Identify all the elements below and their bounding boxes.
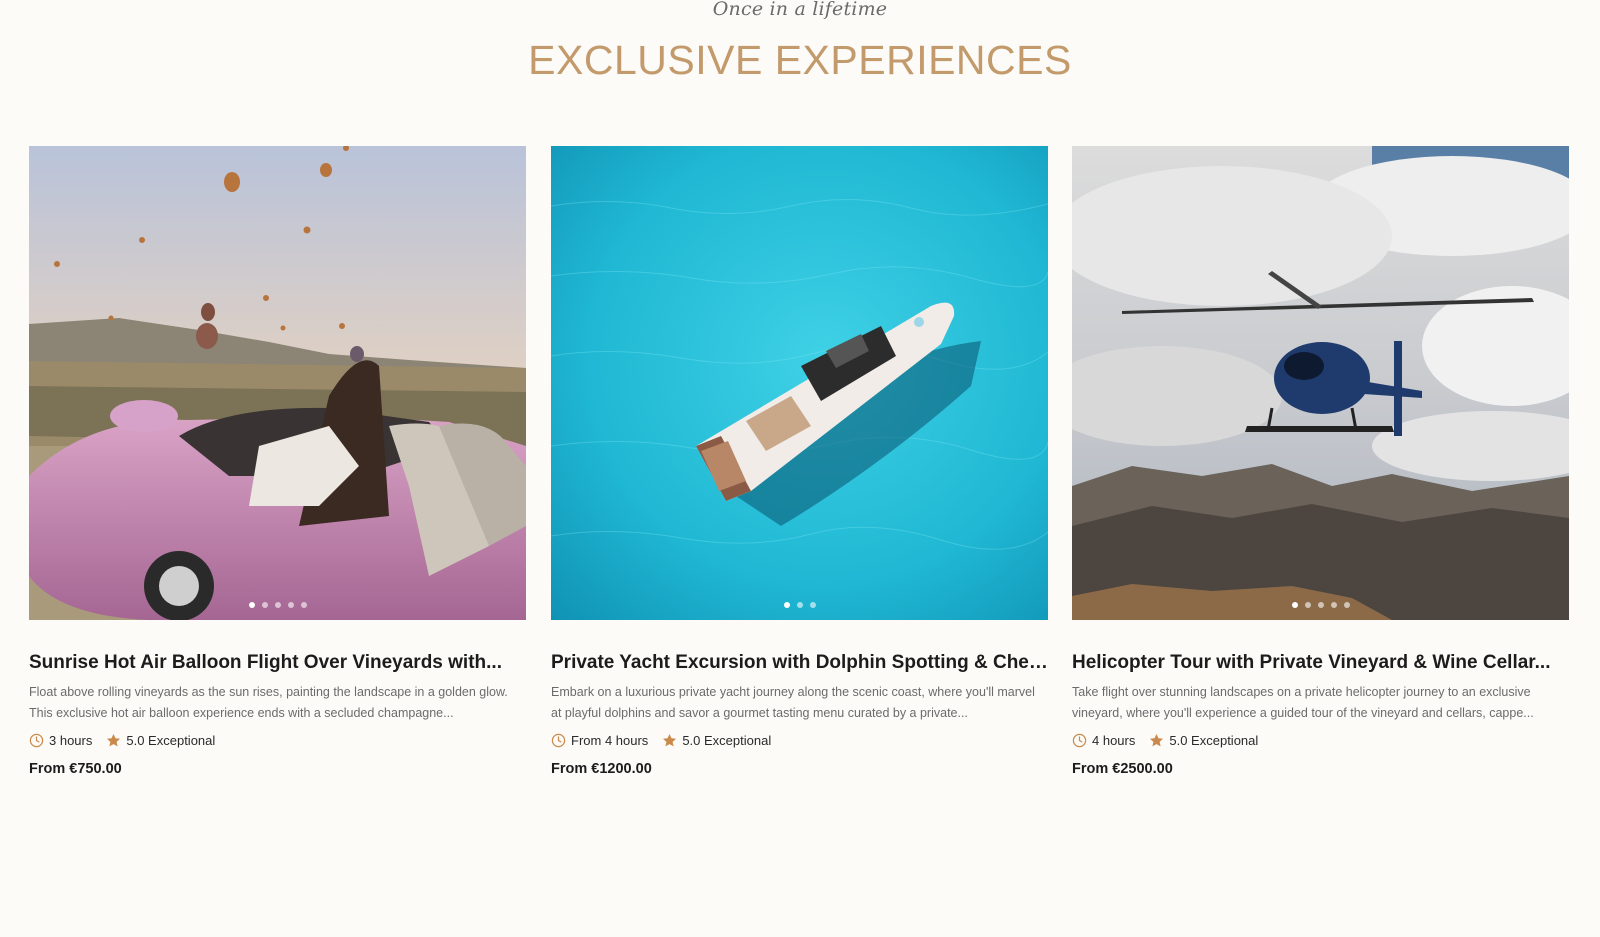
rating-text: 5.0 Exceptional: [682, 733, 772, 748]
duration-text: From 4 hours: [571, 733, 649, 748]
experience-card[interactable]: Private Yacht Excursion with Dolphin Spo…: [551, 146, 1048, 777]
section-eyebrow: Once in a lifetime: [712, 0, 888, 20]
carousel-dot[interactable]: [248, 602, 255, 608]
rating-text: 5.0 Exceptional: [1169, 733, 1259, 748]
carousel-dots: [551, 602, 1048, 608]
experience-price: From €1200.00: [551, 761, 652, 777]
carousel-dot[interactable]: [1317, 602, 1324, 608]
star-icon: [663, 733, 677, 747]
carousel-dot[interactable]: [1330, 602, 1337, 608]
carousel-dot[interactable]: [300, 602, 307, 608]
carousel-dot[interactable]: [1291, 602, 1298, 608]
experience-price: From €750.00: [29, 761, 122, 777]
section-title: EXCLUSIVE EXPERIENCES: [528, 37, 1072, 83]
experience-description: Embark on a luxurious private yacht jour…: [551, 685, 1035, 720]
experience-title[interactable]: Helicopter Tour with Private Vineyard & …: [1072, 651, 1569, 675]
rating: 5.0 Exceptional: [1149, 733, 1258, 748]
carousel-dot[interactable]: [287, 602, 294, 608]
carousel-dot[interactable]: [783, 602, 790, 608]
experience-description: Float above rolling vineyards as the sun…: [29, 685, 508, 720]
star-icon: [1150, 733, 1164, 747]
clock-icon: [1072, 733, 1087, 748]
experience-image-carousel[interactable]: [1072, 146, 1569, 620]
experience-image-carousel[interactable]: [29, 146, 526, 620]
experience-meta: 4 hours 5.0 Exceptional: [1072, 733, 1569, 748]
experiences-section: Once in a lifetime EXCLUSIVE EXPERIENCES: [0, 0, 1600, 937]
duration: 4 hours: [1072, 733, 1135, 748]
duration-text: 3 hours: [49, 733, 93, 748]
duration-text: 4 hours: [1092, 733, 1136, 748]
rating-text: 5.0 Exceptional: [126, 733, 216, 748]
hot-air-balloon-photo: [29, 146, 526, 620]
experience-title[interactable]: Private Yacht Excursion with Dolphin Spo…: [551, 651, 1048, 675]
carousel-dot[interactable]: [809, 602, 816, 608]
yacht-photo: [551, 146, 1048, 620]
carousel-dot[interactable]: [261, 602, 268, 608]
experience-card[interactable]: Helicopter Tour with Private Vineyard & …: [1072, 146, 1569, 777]
experience-title[interactable]: Sunrise Hot Air Balloon Flight Over Vine…: [29, 651, 526, 675]
carousel-dots: [1072, 602, 1569, 608]
duration: 3 hours: [29, 733, 92, 748]
carousel-dots: [29, 602, 526, 608]
experience-description: Take flight over stunning landscapes on …: [1072, 685, 1534, 720]
star-icon: [107, 733, 121, 747]
rating: 5.0 Exceptional: [662, 733, 771, 748]
experience-image-carousel[interactable]: [551, 146, 1048, 620]
experience-card[interactable]: Sunrise Hot Air Balloon Flight Over Vine…: [29, 146, 526, 777]
experience-price: From €2500.00: [1072, 761, 1173, 777]
duration: From 4 hours: [551, 733, 648, 748]
carousel-dot[interactable]: [1343, 602, 1350, 608]
rating: 5.0 Exceptional: [106, 733, 215, 748]
helicopter-photo: [1072, 146, 1569, 620]
experience-meta: From 4 hours 5.0 Exceptional: [551, 733, 1048, 748]
clock-icon: [551, 733, 566, 748]
carousel-dot[interactable]: [1304, 602, 1311, 608]
carousel-dot[interactable]: [274, 602, 281, 608]
clock-icon: [29, 733, 44, 748]
experience-meta: 3 hours 5.0 Exceptional: [29, 733, 526, 748]
carousel-dot[interactable]: [796, 602, 803, 608]
